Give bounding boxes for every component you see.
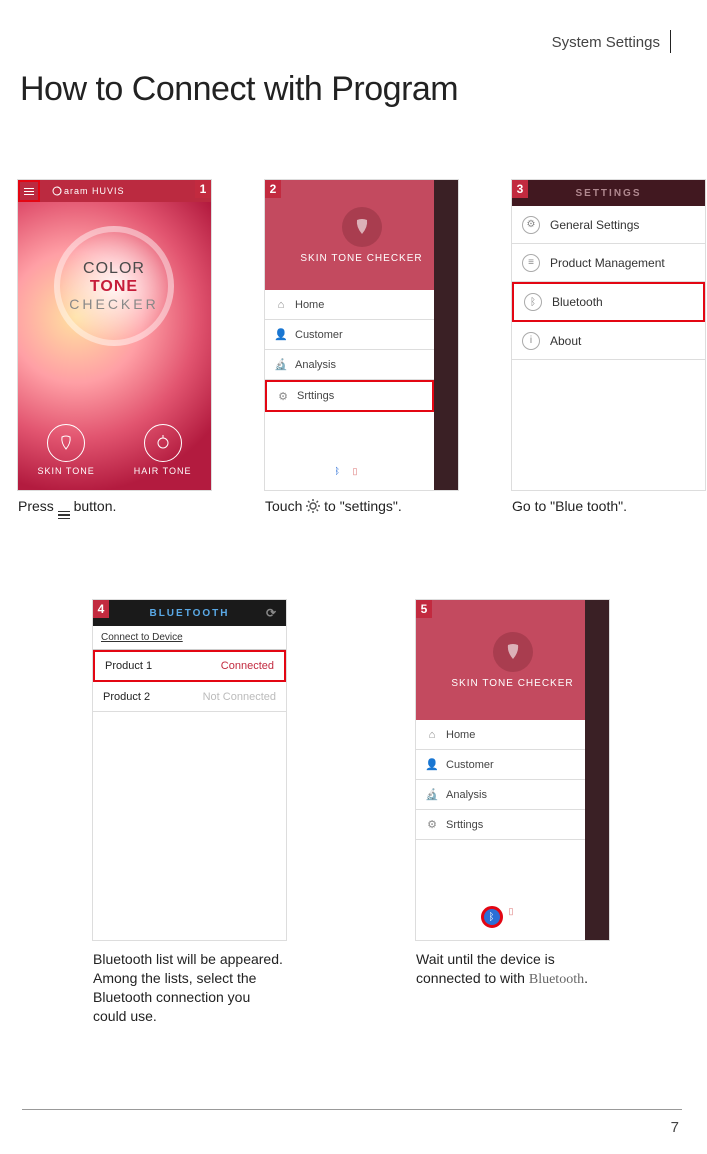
person-icon: 👤 bbox=[275, 329, 287, 341]
logo-word-3: CHECKER bbox=[69, 296, 158, 312]
settings-item-bluetooth[interactable]: ᛒBluetooth bbox=[512, 282, 705, 322]
hair-tone-label: HAIR TONE bbox=[134, 466, 192, 476]
footer-rule bbox=[22, 1109, 682, 1110]
settings-header: SETTINGS bbox=[512, 180, 705, 206]
step1-caption: Press button. bbox=[18, 498, 211, 519]
step-3: 3 SETTINGS ⚙General Settings ≡Product Ma… bbox=[512, 180, 705, 519]
menu-item-settings[interactable]: ⚙Srttings bbox=[416, 810, 585, 840]
person-icon: 👤 bbox=[426, 759, 438, 771]
battery-icon: ▯ bbox=[353, 466, 365, 478]
step-number-3: 3 bbox=[512, 180, 528, 198]
menu-item-analysis[interactable]: 🔬Analysis bbox=[265, 350, 434, 380]
mask-icon bbox=[47, 424, 85, 462]
phone5-right-edge bbox=[585, 600, 609, 940]
home-icon: ⌂ bbox=[426, 729, 438, 741]
mask-icon bbox=[493, 632, 533, 672]
color-tone-ring: COLOR TONE CHECKER bbox=[54, 226, 174, 346]
step-2: 2 SKIN TONE CHECKER ⌂Home 👤Customer 🔬Ana… bbox=[265, 180, 458, 519]
settings-list: ⚙General Settings ≡Product Management ᛒB… bbox=[512, 206, 705, 360]
device-name: Product 1 bbox=[105, 660, 152, 672]
step3-caption: Go to "Blue tooth". bbox=[512, 498, 705, 514]
brand-logo: aram HUVIS bbox=[52, 186, 125, 196]
menu-item-analysis[interactable]: 🔬Analysis bbox=[416, 780, 585, 810]
settings-item-product[interactable]: ≡Product Management bbox=[512, 244, 705, 282]
connect-to-device-label: Connect to Device bbox=[93, 626, 286, 650]
logo-word-2: TONE bbox=[69, 278, 158, 296]
info-icon: i bbox=[522, 332, 540, 350]
device-row-2[interactable]: Product 2 Not Connected bbox=[93, 682, 286, 712]
menu-item-customer[interactable]: 👤Customer bbox=[265, 320, 434, 350]
device-status: Not Connected bbox=[203, 691, 276, 703]
step-number-2: 2 bbox=[265, 180, 281, 198]
menu-item-home[interactable]: ⌂Home bbox=[265, 290, 434, 320]
microscope-icon: 🔬 bbox=[275, 359, 287, 371]
device-row-1[interactable]: Product 1 Connected bbox=[93, 650, 286, 682]
hair-tone-button[interactable]: HAIR TONE bbox=[134, 424, 192, 476]
step-1: 1 aram HUVIS COLOR TONE CHECKER bbox=[18, 180, 211, 519]
menu-item-home[interactable]: ⌂Home bbox=[416, 720, 585, 750]
bluetooth-icon: ᛒ bbox=[335, 466, 347, 478]
bluetooth-word: Bluetooth bbox=[529, 972, 584, 987]
home-icon: ⌂ bbox=[275, 299, 287, 311]
settings-item-general[interactable]: ⚙General Settings bbox=[512, 206, 705, 244]
skin-tone-button[interactable]: SKIN TONE bbox=[38, 424, 95, 476]
menu-item-settings[interactable]: ⚙Srttings bbox=[265, 380, 434, 412]
step-4: 4 BLUETOOTH ⟳ Connect to Device Product … bbox=[93, 600, 286, 1026]
page-title: How to Connect with Program bbox=[20, 70, 458, 109]
phone2-footer: ᛒ ▯ bbox=[265, 466, 434, 478]
side-menu: ⌂Home 👤Customer 🔬Analysis ⚙Srttings bbox=[416, 720, 585, 840]
gear-icon: ⚙ bbox=[522, 216, 540, 234]
menu-item-customer[interactable]: 👤Customer bbox=[416, 750, 585, 780]
steps-row-1: 1 aram HUVIS COLOR TONE CHECKER bbox=[18, 180, 705, 519]
phone2-header: SKIN TONE CHECKER bbox=[265, 180, 458, 290]
steps-row-2: 4 BLUETOOTH ⟳ Connect to Device Product … bbox=[93, 600, 609, 1026]
phone5-footer: ᛒ ▯ bbox=[416, 906, 585, 928]
step-number-4: 4 bbox=[93, 600, 109, 618]
step-5: 5 SKIN TONE CHECKER ⌂Home 👤Customer 🔬Ana… bbox=[416, 600, 609, 1026]
step4-caption: Bluetooth list will be appeared. Among t… bbox=[93, 950, 286, 1026]
bluetooth-connected-icon: ᛒ bbox=[481, 906, 503, 928]
side-menu: ⌂Home 👤Customer 🔬Analysis ⚙Srttings bbox=[265, 290, 434, 412]
refresh-icon[interactable]: ⟳ bbox=[266, 606, 278, 620]
phone2-right-edge bbox=[434, 180, 458, 490]
logo-word-1: COLOR bbox=[69, 260, 158, 278]
skin-tone-label: SKIN TONE bbox=[38, 466, 95, 476]
phone2-title: SKIN TONE CHECKER bbox=[300, 253, 422, 264]
gear-icon: ⚙ bbox=[426, 819, 438, 831]
phone-2: 2 SKIN TONE CHECKER ⌂Home 👤Customer 🔬Ana… bbox=[265, 180, 458, 490]
mask-icon bbox=[342, 207, 382, 247]
phone5-header: SKIN TONE CHECKER bbox=[416, 600, 609, 720]
device-status: Connected bbox=[221, 660, 274, 672]
step-number-1: 1 bbox=[195, 180, 211, 198]
phone1-topbar: aram HUVIS bbox=[18, 180, 211, 202]
step-number-5: 5 bbox=[416, 600, 432, 618]
phone-4: 4 BLUETOOTH ⟳ Connect to Device Product … bbox=[93, 600, 286, 940]
hair-icon bbox=[144, 424, 182, 462]
step2-caption: Touch to "settings". bbox=[265, 498, 458, 514]
settings-item-about[interactable]: iAbout bbox=[512, 322, 705, 360]
device-name: Product 2 bbox=[103, 691, 150, 703]
phone-1: 1 aram HUVIS COLOR TONE CHECKER bbox=[18, 180, 211, 490]
phone-5: 5 SKIN TONE CHECKER ⌂Home 👤Customer 🔬Ana… bbox=[416, 600, 609, 940]
bluetooth-header: BLUETOOTH ⟳ bbox=[93, 600, 286, 626]
phone-3: 3 SETTINGS ⚙General Settings ≡Product Ma… bbox=[512, 180, 705, 490]
list-icon: ≡ bbox=[522, 254, 540, 272]
menu-button[interactable] bbox=[18, 180, 40, 202]
phone1-body: COLOR TONE CHECKER SKIN TONE bbox=[18, 202, 211, 490]
step5-caption: Wait until the device is connected to wi… bbox=[416, 950, 609, 990]
phone5-title: SKIN TONE CHECKER bbox=[451, 678, 573, 689]
gear-icon: ⚙ bbox=[277, 390, 289, 402]
gear-icon bbox=[306, 498, 320, 514]
microscope-icon: 🔬 bbox=[426, 789, 438, 801]
bluetooth-icon: ᛒ bbox=[524, 293, 542, 311]
section-header: System Settings bbox=[552, 30, 671, 53]
menu-icon bbox=[58, 511, 70, 520]
battery-icon: ▯ bbox=[509, 906, 521, 918]
page-number: 7 bbox=[671, 1119, 679, 1136]
